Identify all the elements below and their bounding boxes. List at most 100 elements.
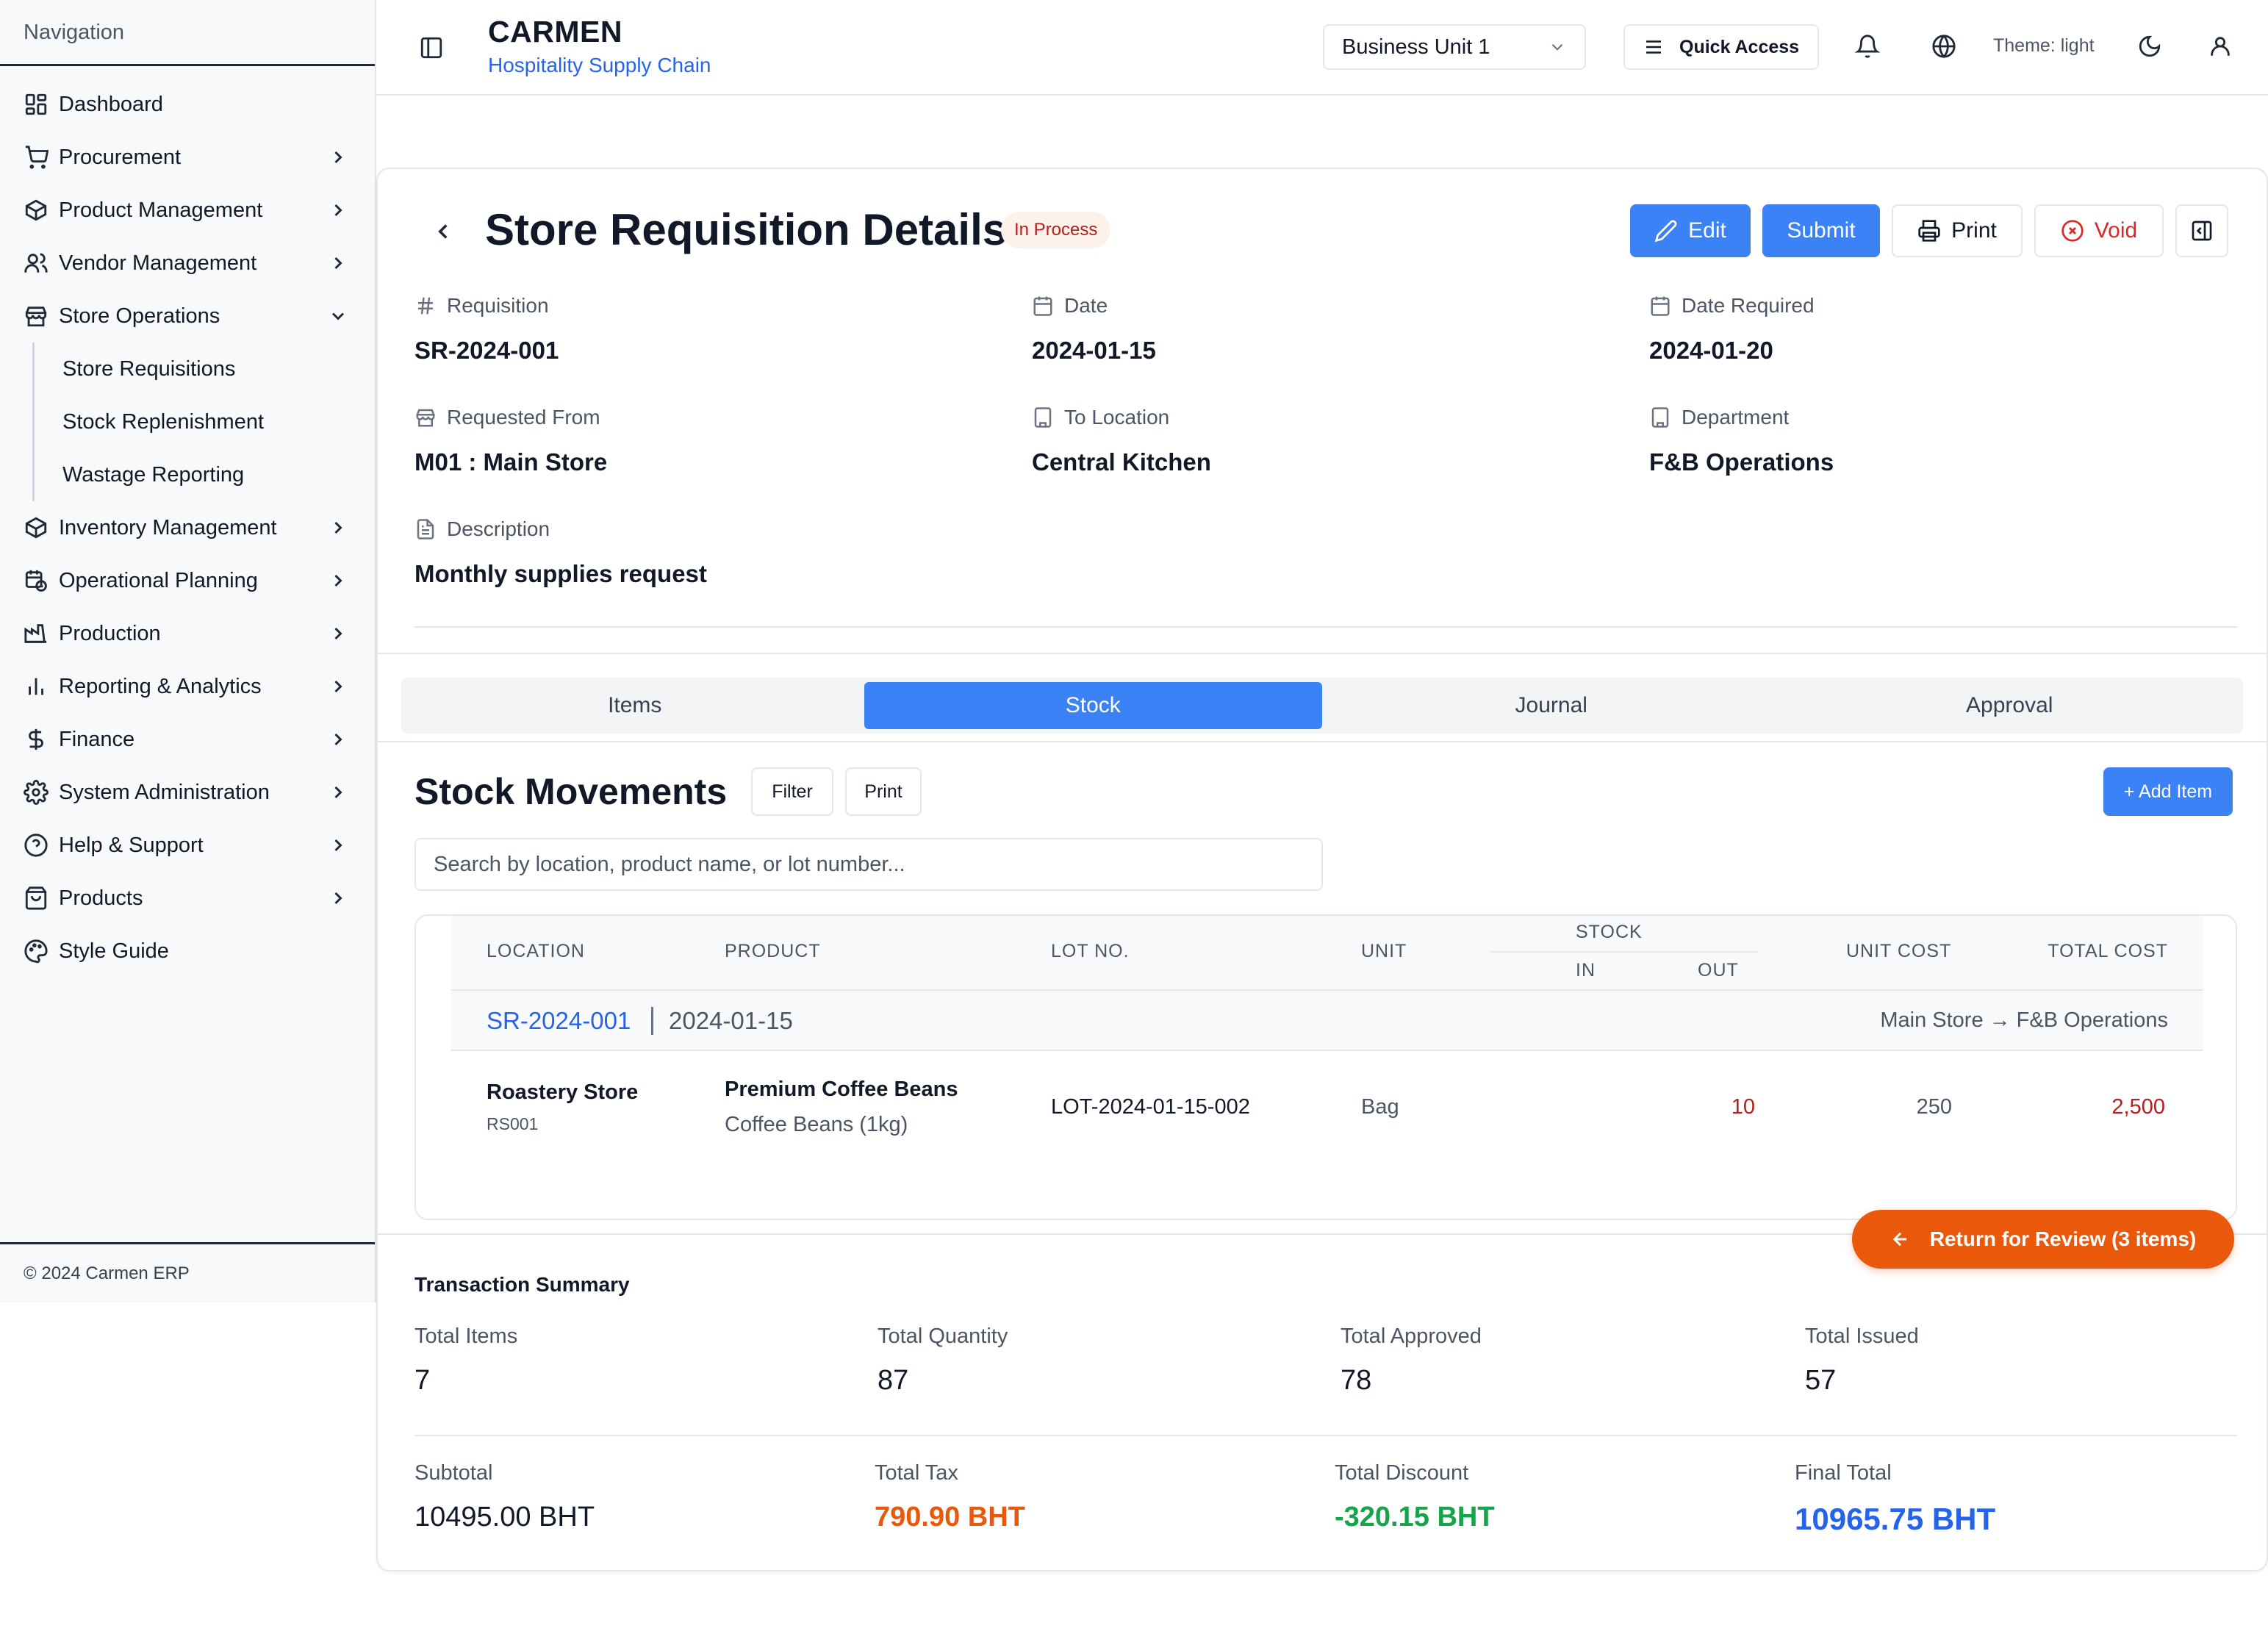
quick-access-button[interactable]: Quick Access	[1623, 24, 1819, 70]
cell-lot: LOT-2024-01-15-002	[1051, 1095, 1250, 1119]
sidebar-item-help-support[interactable]: Help & Support	[0, 819, 375, 872]
status-badge: In Process	[1001, 212, 1111, 248]
calendar-clock-icon	[25, 570, 47, 592]
filter-button[interactable]: Filter	[751, 767, 833, 816]
field-label: Date	[1064, 294, 1108, 317]
sidebar-item-dashboard[interactable]: Dashboard	[0, 78, 375, 131]
building-icon	[1034, 407, 1052, 428]
sidebar-item-label: Stock Replenishment	[62, 409, 265, 434]
return-for-review-button[interactable]: Return for Review (3 items)	[1852, 1210, 2234, 1269]
print-button-label: Print	[1951, 218, 1997, 243]
store-icon	[25, 306, 47, 327]
field-value: 2024-01-15	[1032, 337, 1156, 364]
globe-icon[interactable]	[1931, 34, 1956, 59]
divider	[415, 626, 2237, 628]
cell-total-cost: 2,500	[2111, 1095, 2165, 1119]
sidebar-item-finance[interactable]: Finance	[0, 713, 375, 766]
calendar-icon	[1651, 296, 1670, 316]
cell-product-detail: Coffee Beans (1kg)	[725, 1113, 908, 1136]
user-icon[interactable]	[2208, 34, 2233, 59]
store-operations-submenu: Store Requisitions Stock Replenishment W…	[32, 343, 375, 501]
group-date: 2024-01-15	[669, 1007, 793, 1034]
field-label: To Location	[1064, 406, 1170, 429]
chevron-right-icon	[334, 574, 342, 587]
business-unit-select[interactable]: Business Unit 1	[1323, 24, 1586, 70]
sidebar-item-label: Procurement	[59, 145, 182, 169]
chevron-left-icon[interactable]	[431, 219, 456, 244]
brand-subtitle: Hospitality Supply Chain	[488, 54, 711, 76]
chevron-right-icon	[334, 627, 342, 640]
chevron-right-icon	[334, 204, 342, 217]
search-input[interactable]	[415, 838, 1323, 891]
tab-journal[interactable]: Journal	[1322, 682, 1781, 729]
tab-items[interactable]: Items	[406, 682, 864, 729]
sidebar-item-store-operations[interactable]: Store Operations	[0, 290, 375, 343]
arrow-left-icon	[1892, 1232, 1906, 1247]
void-button[interactable]: Void	[2034, 204, 2164, 257]
sidebar-item-label: Inventory Management	[59, 515, 277, 539]
business-unit-value: Business Unit 1	[1342, 35, 1490, 59]
field-date: Date 2024-01-15	[1032, 294, 1620, 365]
add-item-button[interactable]: + Add Item	[2103, 767, 2233, 816]
sidebar-item-vendor-management[interactable]: Vendor Management	[0, 237, 375, 290]
sidebar-item-label: System Administration	[59, 780, 270, 804]
return-for-review-label: Return for Review (3 items)	[1929, 1227, 2197, 1250]
field-requested-from: Requested From M01 : Main Store	[415, 406, 1002, 476]
stat-total-tax: Total Tax 790.90 BHT	[875, 1461, 1025, 1533]
calendar-icon	[1033, 296, 1052, 316]
field-requisition: Requisition SR-2024-001	[415, 294, 1002, 365]
sidebar-item-inventory-management[interactable]: Inventory Management	[0, 501, 375, 554]
sidebar-item-reporting-analytics[interactable]: Reporting & Analytics	[0, 660, 375, 713]
sidebar-item-style-guide[interactable]: Style Guide	[0, 925, 375, 978]
stat-label: Total Discount	[1335, 1461, 1469, 1485]
tab-stock[interactable]: Stock	[864, 682, 1322, 729]
hash-icon	[418, 297, 433, 315]
submit-button[interactable]: Submit	[1762, 204, 1880, 257]
sidebar-toggle-icon[interactable]	[419, 35, 444, 60]
stat-value: 790.90 BHT	[875, 1502, 1025, 1532]
sidebar-item-stock-replenishment[interactable]: Stock Replenishment	[35, 395, 375, 448]
transaction-summary-title: Transaction Summary	[415, 1273, 630, 1296]
sidebar-item-system-administration[interactable]: System Administration	[0, 766, 375, 819]
package-icon	[25, 199, 47, 221]
box-icon	[25, 517, 47, 539]
void-button-label: Void	[2094, 218, 2138, 243]
print-table-button[interactable]: Print	[845, 767, 922, 816]
sidebar-item-label: Product Management	[59, 198, 263, 222]
separator	[651, 1007, 653, 1035]
sidebar-item-operational-planning[interactable]: Operational Planning	[0, 554, 375, 607]
x-circle-icon	[2061, 220, 2084, 242]
tab-approval[interactable]: Approval	[1781, 682, 2239, 729]
column-header-location: LOCATION	[487, 941, 585, 961]
sidebar-item-procurement[interactable]: Procurement	[0, 131, 375, 184]
edit-button[interactable]: Edit	[1630, 204, 1751, 257]
print-button[interactable]: Print	[1892, 204, 2023, 257]
bell-icon[interactable]	[1855, 34, 1880, 59]
requisition-link[interactable]: SR-2024-001	[487, 1007, 631, 1035]
toggle-panel-button[interactable]	[2175, 204, 2228, 257]
stat-value: 7	[415, 1365, 431, 1396]
stat-label: Final Total	[1795, 1461, 1892, 1485]
sidebar-item-production[interactable]: Production	[0, 607, 375, 660]
sidebar-item-products[interactable]: Products	[0, 872, 375, 925]
moon-icon[interactable]	[2137, 34, 2162, 59]
field-to-location: To Location Central Kitchen	[1032, 406, 1620, 476]
stat-total-issued: Total Issued 57	[1805, 1324, 1919, 1397]
edit-button-label: Edit	[1688, 218, 1726, 243]
stat-total-quantity: Total Quantity 87	[878, 1324, 1008, 1397]
requisition-card: Store Requisition Details In Process Edi…	[376, 168, 2268, 1571]
sidebar-item-label: Style Guide	[59, 939, 169, 963]
field-label: Date Required	[1682, 294, 1815, 317]
sidebar-item-product-management[interactable]: Product Management	[0, 184, 375, 237]
sidebar-item-wastage-reporting[interactable]: Wastage Reporting	[35, 448, 375, 501]
field-label: Requisition	[447, 294, 549, 317]
column-header-in: IN	[1576, 960, 1596, 980]
pencil-icon	[1654, 220, 1677, 243]
theme-label: Theme: light	[1993, 35, 2095, 56]
top-header: CARMEN Hospitality Supply Chain Business…	[376, 0, 2268, 96]
sidebar-item-label: Finance	[59, 727, 135, 751]
building-icon	[1651, 407, 1669, 428]
stat-label: Subtotal	[415, 1461, 493, 1485]
sidebar-item-store-requisitions[interactable]: Store Requisitions	[35, 343, 375, 395]
sidebar-item-label: Wastage Reporting	[62, 462, 245, 487]
